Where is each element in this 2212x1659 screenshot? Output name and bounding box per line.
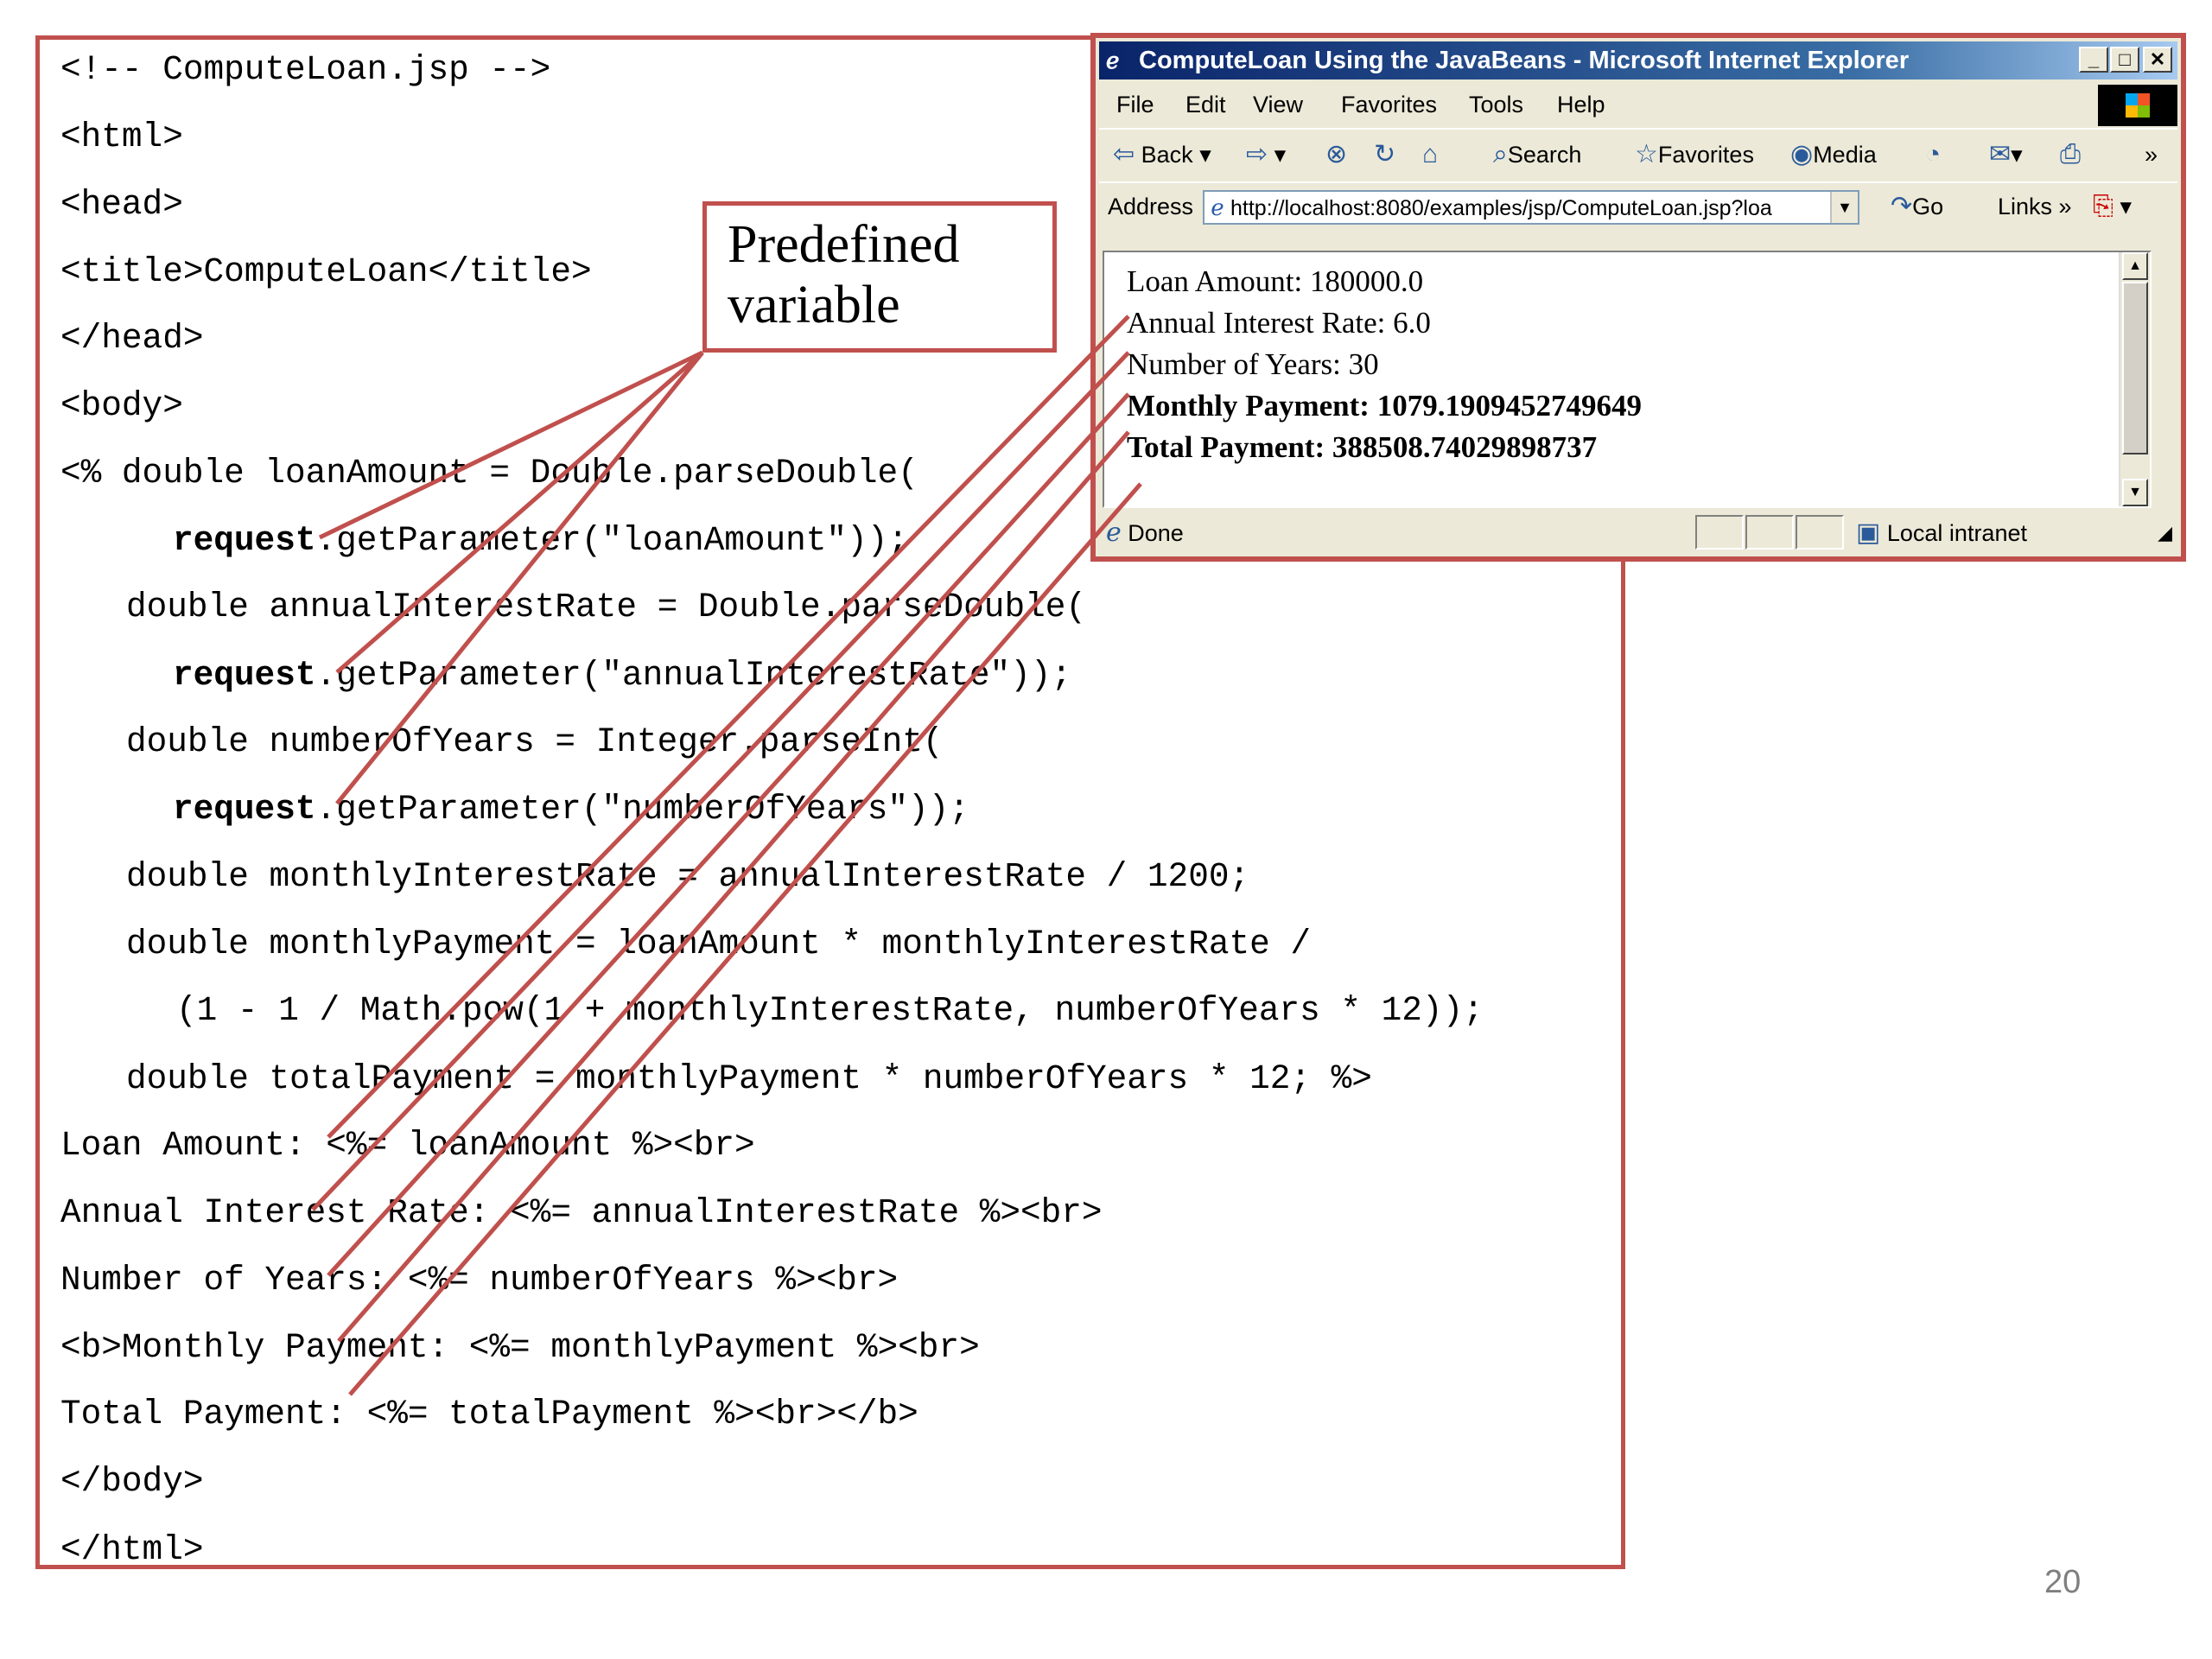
page-number: 20: [2044, 1564, 2082, 1600]
annotation-lines: [311, 315, 1142, 1396]
